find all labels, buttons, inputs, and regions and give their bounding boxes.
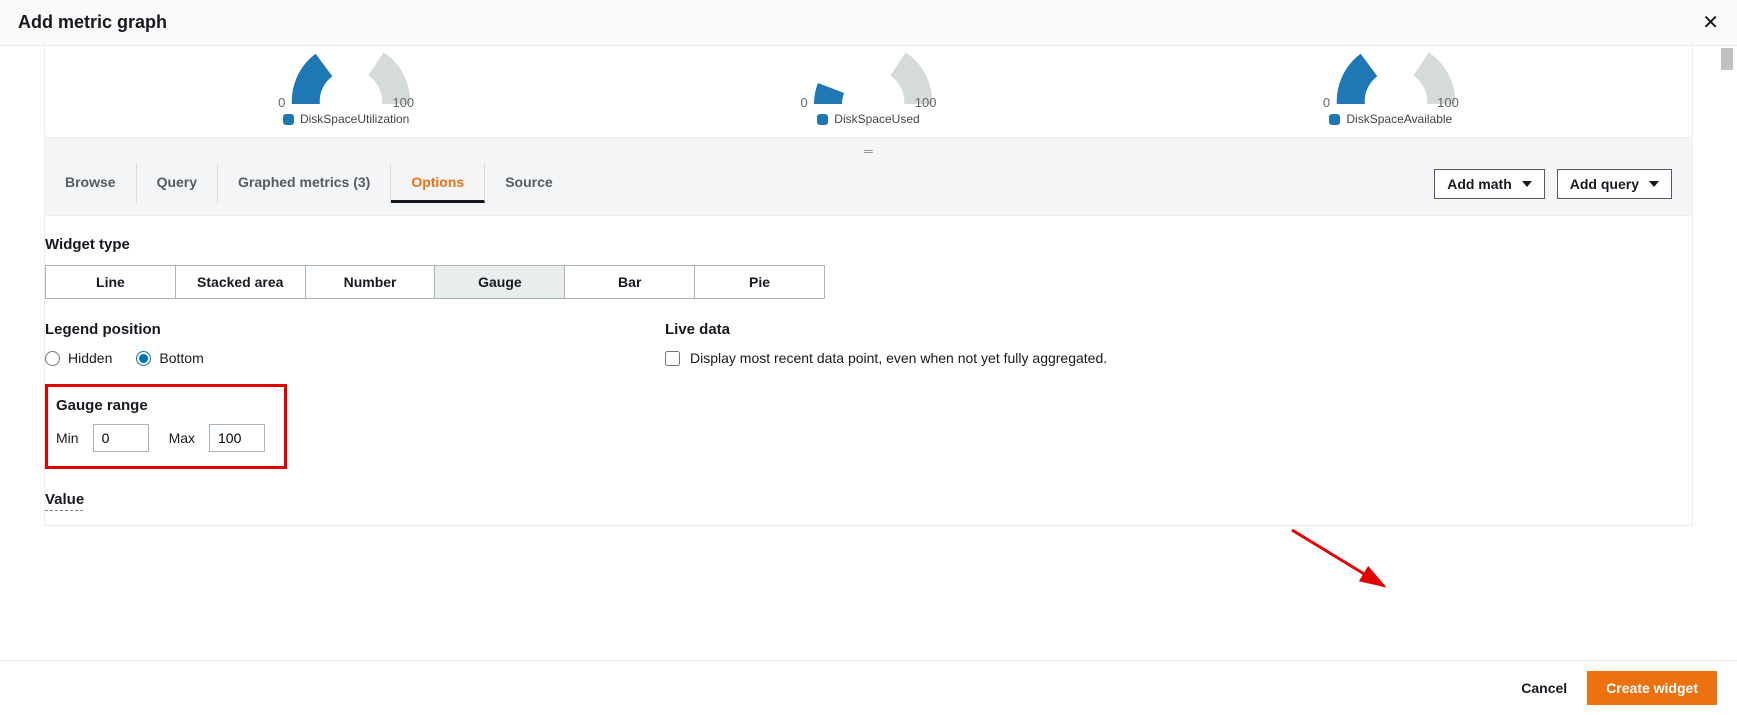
tab-query[interactable]: Query: [137, 164, 218, 203]
legend-text: DiskSpaceAvailable: [1346, 112, 1452, 126]
gauge-icon: [216, 46, 476, 104]
gauge-range-section: Gauge range Min Max: [45, 384, 287, 469]
resize-handle-icon[interactable]: ═: [44, 138, 1693, 164]
legend-bottom-radio[interactable]: Bottom: [136, 350, 203, 366]
gauge-min-label: 0: [800, 95, 807, 110]
gauge-diskspaceused: 0 100 DiskSpaceUsed: [607, 46, 1129, 126]
legend-text: DiskSpaceUsed: [834, 112, 919, 126]
chevron-down-icon: [1522, 181, 1532, 187]
gauge-min-label: 0: [1323, 95, 1330, 110]
checkbox-input[interactable]: [665, 351, 680, 366]
legend-swatch-icon: [1329, 114, 1340, 125]
live-data-label: Live data: [665, 321, 1107, 338]
widget-type-gauge[interactable]: Gauge: [435, 266, 565, 298]
radio-label: Bottom: [159, 350, 203, 366]
value-dotted-line: [45, 510, 83, 511]
radio-input[interactable]: [45, 351, 60, 366]
add-metric-graph-modal: Add metric graph ✕ 0 100: [0, 0, 1737, 715]
chevron-down-icon: [1649, 181, 1659, 187]
tabs: Browse Query Graphed metrics (3) Options…: [45, 164, 573, 203]
gauge-legend: DiskSpaceUtilization: [283, 112, 409, 126]
value-label: Value: [45, 491, 565, 508]
gauge-icon: [1261, 46, 1521, 104]
widget-type-group: Line Stacked area Number Gauge Bar Pie: [45, 265, 825, 299]
widget-type-label: Widget type: [45, 236, 1672, 253]
gauge-max-input[interactable]: [209, 424, 265, 452]
gauge-legend: DiskSpaceUsed: [817, 112, 919, 126]
gauge-min-label: 0: [278, 95, 285, 110]
modal-scroll[interactable]: 0 100 DiskSpaceUtilization: [0, 46, 1737, 660]
radio-label: Hidden: [68, 350, 112, 366]
widget-type-pie[interactable]: Pie: [695, 266, 824, 298]
gauge-diskspaceutilization: 0 100 DiskSpaceUtilization: [85, 46, 607, 126]
widget-type-line[interactable]: Line: [46, 266, 176, 298]
tab-options[interactable]: Options: [391, 164, 485, 203]
widget-type-bar[interactable]: Bar: [565, 266, 695, 298]
checkbox-label: Display most recent data point, even whe…: [690, 350, 1107, 366]
gauge-min-label: Min: [56, 430, 79, 446]
live-data-checkbox[interactable]: Display most recent data point, even whe…: [665, 350, 1107, 366]
legend-hidden-radio[interactable]: Hidden: [45, 350, 112, 366]
gauge-icon: [738, 46, 998, 104]
modal-title: Add metric graph: [18, 12, 167, 33]
button-label: Add math: [1447, 176, 1512, 192]
widget-type-number[interactable]: Number: [306, 266, 436, 298]
modal-body: 0 100 DiskSpaceUtilization: [0, 46, 1737, 660]
options-panel[interactable]: Widget type Line Stacked area Number Gau…: [44, 216, 1693, 526]
modal-header: Add metric graph ✕: [0, 0, 1737, 46]
scrollbar-thumb[interactable]: [1721, 48, 1733, 70]
gauge-max-label: 100: [915, 95, 937, 110]
tab-graphed-metrics[interactable]: Graphed metrics (3): [218, 164, 391, 203]
gauge-max-label: Max: [169, 430, 195, 446]
cancel-button[interactable]: Cancel: [1521, 680, 1567, 696]
legend-swatch-icon: [283, 114, 294, 125]
gauge-max-label: 100: [1437, 95, 1459, 110]
close-icon[interactable]: ✕: [1702, 10, 1719, 35]
tab-source[interactable]: Source: [485, 164, 572, 203]
widget-type-stacked-area[interactable]: Stacked area: [176, 266, 306, 298]
modal-footer: Cancel Create widget: [0, 660, 1737, 715]
gauge-range-label: Gauge range: [56, 397, 270, 414]
legend-swatch-icon: [817, 114, 828, 125]
tabs-row: Browse Query Graphed metrics (3) Options…: [44, 164, 1693, 216]
gauge-diskspaceavailable: 0 100 DiskSpaceAvailable: [1130, 46, 1652, 126]
button-label: Add query: [1570, 176, 1639, 192]
add-math-button[interactable]: Add math: [1434, 169, 1545, 199]
tab-browse[interactable]: Browse: [45, 164, 137, 203]
add-query-button[interactable]: Add query: [1557, 169, 1672, 199]
gauge-max-label: 100: [392, 95, 414, 110]
radio-input[interactable]: [136, 351, 151, 366]
gauge-min-input[interactable]: [93, 424, 149, 452]
gauge-legend: DiskSpaceAvailable: [1329, 112, 1452, 126]
create-widget-button[interactable]: Create widget: [1587, 671, 1717, 705]
outer-scrollbar[interactable]: [1719, 48, 1733, 655]
legend-text: DiskSpaceUtilization: [300, 112, 409, 126]
gauges-preview: 0 100 DiskSpaceUtilization: [44, 46, 1693, 138]
legend-position-label: Legend position: [45, 321, 565, 338]
